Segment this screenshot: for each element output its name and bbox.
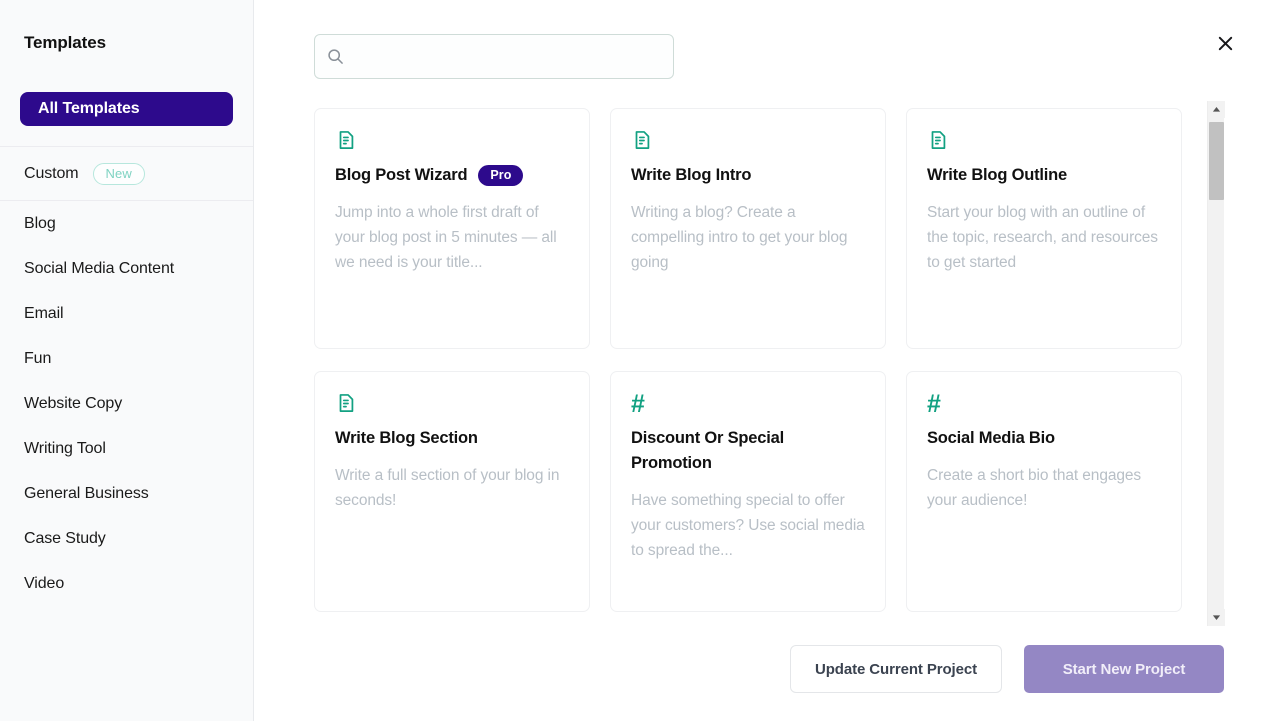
template-description: Create a short bio that engages your aud…: [927, 467, 1142, 509]
pro-badge: Pro: [478, 164, 524, 187]
template-description: Have something special to offer your cus…: [631, 492, 865, 559]
template-card[interactable]: Write Blog Outline Start your blog with …: [906, 108, 1182, 349]
templates-modal: Templates All Templates Custom New Blog …: [0, 0, 1266, 721]
sidebar-item-writing-tool[interactable]: Writing Tool: [0, 426, 253, 471]
sidebar-item-general-business[interactable]: General Business: [0, 471, 253, 516]
templates-scrollbar[interactable]: [1207, 101, 1225, 626]
template-card[interactable]: Write Blog Section Write a full section …: [314, 371, 590, 612]
footer-actions: Update Current Project Start New Project: [790, 645, 1224, 693]
template-description: Start your blog with an outline of the t…: [927, 204, 1158, 271]
sidebar-item-social-media-content[interactable]: Social Media Content: [0, 246, 253, 291]
update-current-project-button[interactable]: Update Current Project: [790, 645, 1002, 693]
sidebar-item-custom[interactable]: Custom New: [0, 147, 253, 200]
template-description: Writing a blog? Create a compelling intr…: [631, 204, 848, 271]
sidebar-item-website-copy[interactable]: Website Copy: [0, 381, 253, 426]
template-title: Write Blog Section: [335, 429, 478, 447]
template-title: Write Blog Outline: [927, 166, 1068, 184]
sidebar-item-case-study[interactable]: Case Study: [0, 516, 253, 561]
sidebar-item-custom-label: Custom: [24, 164, 79, 182]
page-title: Templates: [24, 33, 106, 52]
card-header: Write Blog Intro: [631, 163, 865, 188]
sidebar-item-fun[interactable]: Fun: [0, 336, 253, 381]
sidebar-item-all-templates[interactable]: All Templates: [20, 92, 233, 126]
search-box[interactable]: [314, 34, 674, 79]
document-icon: [927, 129, 1161, 155]
hashtag-icon: #: [927, 390, 941, 418]
search-container: [314, 34, 674, 79]
template-title: Social Media Bio: [927, 429, 1055, 447]
templates-scroll-viewport: Blog Post Wizard Pro Jump into a whole f…: [314, 108, 1266, 628]
sidebar-item-email[interactable]: Email: [0, 291, 253, 336]
template-card[interactable]: # Discount Or Special Promotion Have som…: [610, 371, 886, 612]
sidebar-category-list: Blog Social Media Content Email Fun Webs…: [0, 201, 253, 606]
template-description: Write a full section of your blog in sec…: [335, 467, 560, 509]
scrollbar-thumb[interactable]: [1209, 122, 1224, 200]
template-description: Jump into a whole first draft of your bl…: [335, 204, 557, 271]
main-panel: Blog Post Wizard Pro Jump into a whole f…: [254, 0, 1266, 721]
close-button[interactable]: [1212, 31, 1239, 58]
card-header: Blog Post Wizard Pro: [335, 163, 569, 188]
scroll-up-arrow-icon[interactable]: [1208, 101, 1225, 118]
start-new-project-button[interactable]: Start New Project: [1024, 645, 1224, 693]
document-icon: [335, 392, 569, 418]
search-icon: [327, 48, 344, 65]
new-badge: New: [92, 162, 145, 185]
template-title: Write Blog Intro: [631, 166, 752, 184]
template-title: Discount Or Special Promotion: [631, 429, 784, 472]
template-card[interactable]: # Social Media Bio Create a short bio th…: [906, 371, 1182, 612]
template-card[interactable]: Blog Post Wizard Pro Jump into a whole f…: [314, 108, 590, 349]
sidebar-item-blog[interactable]: Blog: [0, 201, 253, 246]
scroll-down-arrow-icon[interactable]: [1208, 609, 1225, 626]
templates-grid: Blog Post Wizard Pro Jump into a whole f…: [314, 108, 1222, 612]
document-icon: [335, 129, 569, 155]
sidebar-item-video[interactable]: Video: [0, 561, 253, 606]
card-header: Write Blog Section: [335, 426, 569, 451]
close-icon: [1216, 34, 1235, 56]
template-card[interactable]: Write Blog Intro Writing a blog? Create …: [610, 108, 886, 349]
card-header: Social Media Bio: [927, 426, 1161, 451]
card-header: Discount Or Special Promotion: [631, 426, 865, 476]
document-icon: [631, 129, 865, 155]
search-input[interactable]: [353, 35, 661, 78]
all-templates-wrapper: All Templates: [0, 92, 253, 126]
template-title: Blog Post Wizard: [335, 166, 468, 184]
card-header: Write Blog Outline: [927, 163, 1161, 188]
sidebar: Templates All Templates Custom New Blog …: [0, 0, 254, 721]
hashtag-icon: #: [631, 390, 645, 418]
